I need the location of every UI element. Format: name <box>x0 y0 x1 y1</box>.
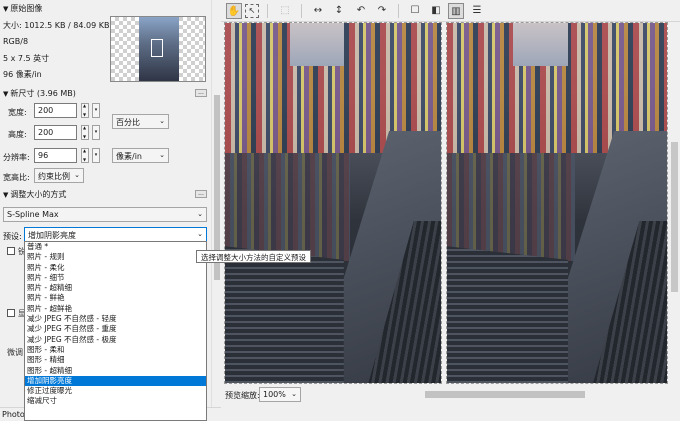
original-res-text: 96 像素/in <box>3 70 42 79</box>
height-label: 高度: <box>8 130 27 139</box>
preset-option[interactable]: 减少 JPEG 不自然感 - 重度 <box>25 324 206 334</box>
preset-option[interactable]: 图形 - 柔和 <box>25 345 206 355</box>
height-spinner[interactable] <box>81 125 89 140</box>
display-checkbox[interactable] <box>7 309 15 317</box>
preview-zoom-label: 预览缩放: <box>225 391 260 400</box>
sky <box>513 23 568 67</box>
chevron-down-icon: ⌄ <box>74 171 80 179</box>
resolution-label: 分辨率: <box>3 153 30 162</box>
sky <box>289 23 344 67</box>
chevron-down-icon: ⌄ <box>159 117 165 125</box>
preset-option[interactable]: 修正过度曝光 <box>25 386 206 396</box>
toolbar-separator <box>301 4 302 18</box>
preset-option[interactable]: 增加阴影亮度 <box>25 375 206 387</box>
aspect-ratio-select[interactable]: 约束比例 ⌄ <box>34 168 84 183</box>
canal-reflection <box>225 152 351 261</box>
method-options-button[interactable]: ... <box>195 190 207 198</box>
preset-option[interactable]: 减少 JPEG 不自然感 - 极度 <box>25 335 206 345</box>
size-unit-select[interactable]: 百分比 ⌄ <box>112 114 169 129</box>
select-icon[interactable]: ↖ <box>245 4 259 18</box>
width-menu-button[interactable]: ▾ <box>92 103 100 118</box>
height-input[interactable]: 200 <box>34 125 77 140</box>
original-dims-text: 5 x 7.5 英寸 <box>3 54 50 63</box>
preset-option[interactable]: 照片 - 细节 <box>25 273 206 283</box>
preset-option[interactable]: 缩减尺寸 <box>25 396 206 406</box>
viewport-rectangle[interactable] <box>151 39 163 57</box>
street-photo <box>447 23 667 383</box>
rotate-left-icon[interactable]: ↶ <box>353 3 369 19</box>
toolbar: ✋ ↖ ⬚ ↔ ↕ ↶ ↷ ☐ ◧ ▥ ☰ <box>221 0 680 22</box>
original-size-text: 大小: 1012.5 KB / 84.09 KB <box>3 21 110 30</box>
preset-option[interactable]: 照片 - 柔化 <box>25 263 206 273</box>
left-panel-scrollbar[interactable] <box>211 0 221 407</box>
split-view-icon[interactable]: ◧ <box>428 3 444 19</box>
width-label: 宽度: <box>8 108 27 117</box>
preset-option[interactable]: 照片 - 规则 <box>25 252 206 262</box>
preset-dropdown-list[interactable]: 普通 * 照片 - 规则 照片 - 柔化 照片 - 细节 照片 - 超精细 照片 - 鲜艳… <box>24 241 207 421</box>
new-size-header[interactable]: ▼ 新尺寸 (3.96 MB) <box>3 88 76 99</box>
preset-option[interactable]: 图形 - 超精细 <box>25 366 206 376</box>
width-spinner[interactable] <box>81 103 89 118</box>
fit-height-icon[interactable]: ↕ <box>331 3 347 19</box>
collapse-triangle-icon: ▼ <box>3 90 9 98</box>
height-menu-button[interactable]: ▾ <box>92 125 100 140</box>
preview-zoom-select[interactable]: 100% ⌄ <box>259 387 301 402</box>
preset-option[interactable]: 照片 - 鲜艳 <box>25 293 206 303</box>
preset-option[interactable]: 普通 * <box>25 242 206 252</box>
fine-tune-label: 微调 <box>7 348 23 357</box>
canal-reflection <box>447 152 575 261</box>
collapse-triangle-icon: ▼ <box>3 5 9 13</box>
preset-option[interactable]: 减少 JPEG 不自然感 - 轻度 <box>25 314 206 324</box>
railing <box>225 246 344 383</box>
preset-tooltip: 选择调整大小方法的自定义预设 <box>196 250 311 263</box>
preset-select[interactable]: 增加阴影亮度 ⌄ <box>24 227 207 242</box>
preset-option[interactable]: 照片 - 超精细 <box>25 283 206 293</box>
result-preview-pane[interactable] <box>446 22 668 384</box>
resolution-input[interactable]: 96 <box>34 148 77 163</box>
original-preview-pane[interactable] <box>224 22 442 384</box>
original-image-header[interactable]: ▼ 原始图像 <box>3 3 42 14</box>
more-options-button[interactable]: ... <box>195 89 207 97</box>
hand-icon[interactable]: ✋ <box>226 3 242 19</box>
fit-width-icon[interactable]: ↔ <box>310 3 326 19</box>
resolution-spinner[interactable] <box>81 148 89 163</box>
street-photo <box>225 23 441 383</box>
toolbar-separator <box>398 4 399 18</box>
aspect-ratio-label: 宽高比: <box>3 173 30 182</box>
chevron-down-icon: ⌄ <box>291 390 297 398</box>
toolbar-separator <box>267 4 268 18</box>
side-by-side-icon[interactable]: ▥ <box>448 3 464 19</box>
resize-method-header[interactable]: ▼ 调整大小的方式 <box>3 189 66 200</box>
preset-option[interactable]: 照片 - 超鲜艳 <box>25 304 206 314</box>
option-checkbox[interactable] <box>7 247 15 255</box>
collapse-triangle-icon: ▼ <box>3 191 9 199</box>
single-view-icon[interactable]: ☐ <box>407 3 423 19</box>
resolution-menu-button[interactable]: ▾ <box>92 148 100 163</box>
preview-vertical-scrollbar[interactable] <box>669 22 680 384</box>
chevron-down-icon: ⌄ <box>197 230 203 238</box>
stacked-view-icon[interactable]: ☰ <box>469 3 485 19</box>
algorithm-select[interactable]: S-Spline Max ⌄ <box>3 207 207 222</box>
rotate-right-icon[interactable]: ↷ <box>374 3 390 19</box>
navigator-thumbnail[interactable] <box>110 16 206 82</box>
chevron-down-icon: ⌄ <box>197 210 203 218</box>
crop-icon[interactable]: ⬚ <box>277 3 293 19</box>
width-input[interactable]: 200 <box>34 103 77 118</box>
preview-horizontal-scrollbar[interactable] <box>425 391 585 398</box>
preview-footer: 预览缩放: 100% ⌄ <box>221 384 680 421</box>
scrollbar-thumb[interactable] <box>671 142 678 292</box>
chevron-down-icon: ⌄ <box>159 151 165 159</box>
original-mode-text: RGB/8 <box>3 37 29 46</box>
preset-option[interactable]: 图形 - 精细 <box>25 355 206 365</box>
preset-label: 预设: <box>3 232 22 241</box>
railing <box>447 246 568 383</box>
resolution-unit-select[interactable]: 像素/in ⌄ <box>112 148 169 163</box>
